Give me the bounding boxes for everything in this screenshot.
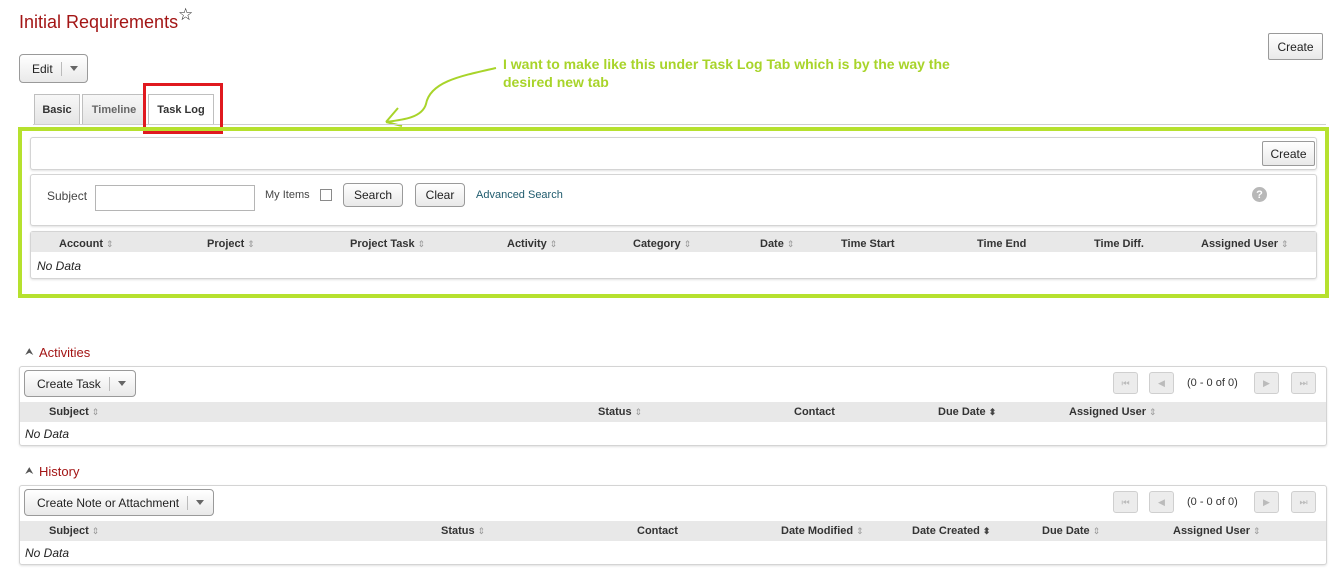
search-button[interactable]: Search (343, 183, 403, 207)
tab-timeline[interactable]: Timeline (82, 94, 146, 125)
col-due-date[interactable]: Due Date ⬍ (938, 406, 996, 418)
col-contact[interactable]: Contact (637, 525, 678, 537)
sort-icon: ⇕ (1281, 239, 1289, 249)
sort-icon: ⇕ (1149, 407, 1157, 417)
sort-icon: ⇕ (417, 239, 426, 249)
my-items-checkbox[interactable] (320, 189, 332, 201)
my-items-label: My Items (265, 189, 310, 201)
create-button[interactable]: Create (1268, 33, 1323, 60)
tasklog-empty: No Data (37, 259, 82, 273)
col-date-modified[interactable]: Date Modified ⇕ (781, 525, 864, 537)
tab-divider (33, 124, 1326, 125)
first-page-icon[interactable]: ⏮ (1113, 491, 1138, 513)
activities-pager: (0 - 0 of 0) (1187, 377, 1238, 389)
next-page-icon[interactable]: ▶ (1254, 372, 1279, 394)
subject-input[interactable] (95, 185, 255, 211)
prev-page-icon[interactable]: ◀ (1149, 491, 1174, 513)
sort-icon: ⇕ (477, 526, 486, 536)
col-date[interactable]: Date ⇕ (760, 238, 794, 250)
tasklog-create-button[interactable]: Create (1262, 141, 1315, 166)
sort-icon: ⇕ (549, 239, 558, 249)
edit-button[interactable]: Edit (19, 54, 88, 83)
sort-icon: ⇕ (106, 239, 114, 249)
first-page-icon[interactable]: ⏮ (1113, 372, 1138, 394)
tab-basic[interactable]: Basic (34, 94, 80, 125)
sort-icon: ⇕ (634, 407, 643, 417)
edit-button-label: Edit (32, 61, 53, 76)
col-due-date[interactable]: Due Date ⇕ (1042, 525, 1100, 537)
split-divider (187, 495, 189, 510)
col-category[interactable]: Category ⇕ (633, 238, 691, 250)
sort-icon: ⇕ (247, 239, 255, 249)
col-date-created[interactable]: Date Created ⬍ (912, 525, 990, 537)
chevron-down-icon[interactable] (196, 500, 205, 505)
clear-button[interactable]: Clear (415, 183, 465, 207)
col-assigned-user[interactable]: Assigned User ⇕ (1201, 238, 1289, 250)
tasklog-toolbar (30, 137, 1317, 170)
col-status[interactable]: Status ⇕ (441, 525, 485, 537)
collapse-icon[interactable]: ⮝ (25, 466, 34, 477)
create-task-label: Create Task (37, 376, 101, 391)
sort-icon: ⇕ (91, 407, 100, 417)
create-note-label: Create Note or Attachment (37, 495, 180, 510)
chevron-down-icon[interactable] (117, 381, 126, 386)
col-time-end[interactable]: Time End (977, 238, 1026, 250)
col-contact[interactable]: Contact (794, 406, 835, 418)
sort-desc-icon: ⬍ (988, 407, 997, 417)
sort-icon: ⇕ (786, 239, 795, 249)
next-page-icon[interactable]: ▶ (1254, 491, 1279, 513)
create-task-button[interactable]: Create Task (24, 370, 136, 397)
page-title: Initial Requirements (19, 12, 179, 32)
col-assigned-user[interactable]: Assigned User ⇕ (1069, 406, 1157, 418)
col-subject[interactable]: Subject ⇕ (49, 525, 99, 537)
col-account[interactable]: Account ⇕ (59, 238, 114, 250)
col-project[interactable]: Project ⇕ (207, 238, 255, 250)
col-assigned-user[interactable]: Assigned User ⇕ (1173, 525, 1261, 537)
annotation-text: I want to make like this under Task Log … (503, 56, 950, 90)
col-status[interactable]: Status ⇕ (598, 406, 642, 418)
history-pager: (0 - 0 of 0) (1187, 496, 1238, 508)
activities-title[interactable]: Activities (39, 345, 90, 360)
sort-icon: ⇕ (856, 526, 864, 536)
last-page-icon[interactable]: ⏭ (1291, 372, 1316, 394)
annotation-arrow-icon (385, 67, 497, 127)
prev-page-icon[interactable]: ◀ (1149, 372, 1174, 394)
col-time-diff[interactable]: Time Diff. (1094, 238, 1144, 250)
col-activity[interactable]: Activity ⇕ (507, 238, 557, 250)
subject-label: Subject (47, 189, 88, 203)
activities-empty: No Data (25, 427, 70, 441)
star-icon[interactable]: ☆ (178, 6, 193, 23)
last-page-icon[interactable]: ⏭ (1291, 491, 1316, 513)
help-icon[interactable]: ? (1252, 187, 1267, 202)
sort-icon: ⇕ (1253, 526, 1261, 536)
history-empty: No Data (25, 546, 70, 560)
split-divider (108, 376, 110, 391)
split-divider (60, 61, 62, 76)
collapse-icon[interactable]: ⮝ (25, 347, 34, 358)
advanced-search-link[interactable]: Advanced Search (476, 189, 563, 201)
col-subject[interactable]: Subject ⇕ (49, 406, 99, 418)
sort-icon: ⇕ (683, 239, 692, 249)
sort-icon: ⇕ (91, 526, 100, 536)
col-time-start[interactable]: Time Start (841, 238, 895, 250)
create-note-button[interactable]: Create Note or Attachment (24, 489, 215, 516)
col-project-task[interactable]: Project Task ⇕ (350, 238, 425, 250)
sort-icon: ⇕ (1092, 526, 1101, 536)
chevron-down-icon[interactable] (69, 66, 78, 71)
history-title[interactable]: History (39, 464, 79, 479)
sort-desc-icon: ⬍ (982, 526, 991, 536)
